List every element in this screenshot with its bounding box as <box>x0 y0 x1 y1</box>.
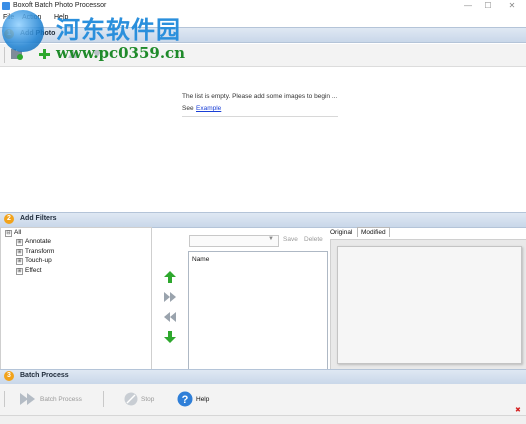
expand-icon[interactable]: ⊞ <box>16 268 23 275</box>
section-number-badge: 3 <box>4 371 14 381</box>
batch-process-title: Batch Process <box>20 372 69 379</box>
window-title: Boxoft Batch Photo Processor <box>13 2 107 9</box>
batch-process-button[interactable]: Batch Process <box>40 396 82 403</box>
tree-item-touch-up[interactable]: Touch-up <box>25 257 52 264</box>
move-up-icon[interactable] <box>164 271 176 283</box>
filter-preset-select[interactable] <box>189 235 279 247</box>
save-button[interactable]: Save <box>283 236 298 243</box>
collapse-icon[interactable]: ⊟ <box>5 230 12 237</box>
empty-list-message: The list is empty. Please add some image… <box>182 93 338 100</box>
tree-item-transform[interactable]: Transform <box>25 248 54 255</box>
selected-filters-list[interactable] <box>188 251 328 370</box>
chevron-down-icon[interactable]: ▼ <box>268 236 274 242</box>
watermark-logo <box>2 10 44 52</box>
section-number-badge: 2 <box>4 214 14 224</box>
see-label: See <box>182 105 194 112</box>
maximize-button[interactable]: ☐ <box>478 1 498 11</box>
app-icon <box>2 2 10 10</box>
minimize-button[interactable]: — <box>458 1 478 11</box>
watermark-title: 河东软件园 <box>56 15 181 44</box>
svg-text:?: ? <box>182 394 189 406</box>
help-button[interactable]: Help <box>196 396 209 403</box>
close-button[interactable]: ✕ <box>502 1 522 11</box>
batch-process-header <box>0 369 526 385</box>
expand-icon[interactable]: ⊞ <box>16 258 23 265</box>
add-photo-icon[interactable] <box>38 48 52 60</box>
tab-modified[interactable]: Modified <box>357 227 390 237</box>
add-filters-header <box>0 212 526 228</box>
expand-icon[interactable]: ⊞ <box>16 239 23 246</box>
expand-icon[interactable]: ⊞ <box>16 249 23 256</box>
toolbar-grip <box>4 391 5 407</box>
preview-image-frame <box>337 246 522 364</box>
tab-original[interactable]: Original <box>330 229 352 236</box>
add-filters-title: Add Filters <box>20 215 57 222</box>
name-column-header: Name <box>192 256 210 263</box>
toolbar-separator <box>103 391 104 407</box>
delete-button[interactable]: Delete <box>304 236 323 243</box>
watermark-url: www.pc0359.cn <box>56 44 186 62</box>
remove-filter-icon[interactable] <box>164 311 176 323</box>
help-icon[interactable]: ? <box>177 391 193 407</box>
tree-item-effect[interactable]: Effect <box>25 267 42 274</box>
tree-item-annotate[interactable]: Annotate <box>25 238 51 245</box>
example-link[interactable]: Example <box>196 105 221 112</box>
divider <box>182 116 338 117</box>
stop-icon[interactable] <box>124 392 138 406</box>
batch-process-icon[interactable] <box>20 392 36 406</box>
toolbar-grip <box>4 47 5 63</box>
close-icon[interactable]: ✖ <box>515 406 521 414</box>
tree-item-all[interactable]: All <box>14 229 21 236</box>
move-down-icon[interactable] <box>164 331 176 343</box>
add-filter-icon[interactable] <box>164 291 176 303</box>
stop-button[interactable]: Stop <box>141 396 154 403</box>
